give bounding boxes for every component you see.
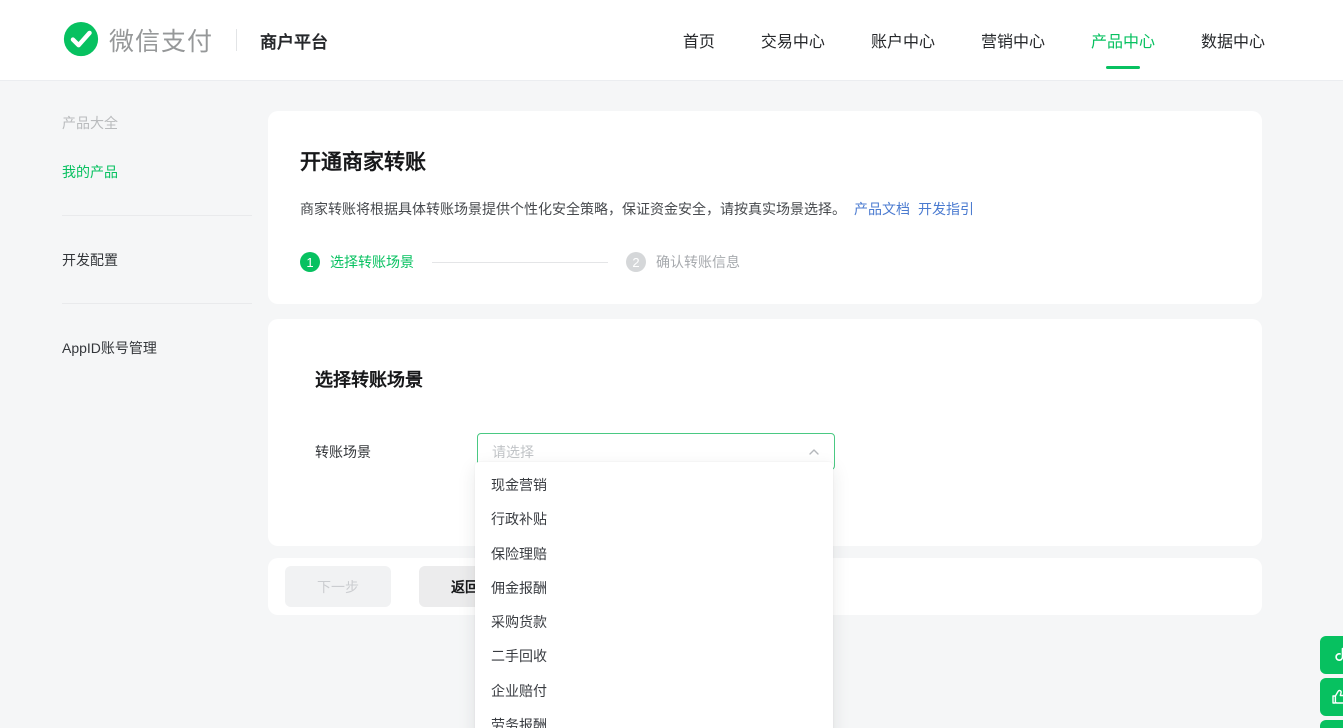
nav-item-data[interactable]: 数据中心 (1201, 22, 1265, 58)
form-heading: 选择转账场景 (315, 366, 1230, 392)
wechat-pay-logo[interactable]: 微信支付 (62, 21, 213, 59)
scenario-select-placeholder: 请选择 (492, 442, 808, 462)
sidebar: 产品大全 我的产品 开发配置 AppID账号管理 (0, 81, 268, 358)
nav-item-transactions[interactable]: 交易中心 (761, 22, 825, 58)
sidebar-item-appid-management[interactable]: AppID账号管理 (62, 338, 252, 358)
nav-item-products[interactable]: 产品中心 (1091, 22, 1155, 58)
sidebar-item-my-products[interactable]: 我的产品 (62, 162, 252, 182)
nav-item-account[interactable]: 账户中心 (871, 22, 935, 58)
feedback-button[interactable] (1320, 678, 1343, 716)
top-header: 微信支付 商户平台 首页 交易中心 账户中心 营销中心 产品中心 数据中心 (0, 0, 1343, 81)
nav-item-home[interactable]: 首页 (683, 22, 715, 58)
stepper-connector (432, 262, 608, 263)
wechat-pay-wordmark: 微信支付 (109, 22, 213, 58)
step-1-label: 选择转账场景 (330, 252, 414, 272)
product-doc-link[interactable]: 产品文档 (854, 201, 910, 217)
dropdown-option-admin-subsidy[interactable]: 行政补贴 (475, 502, 833, 536)
sidebar-item-dev-config[interactable]: 开发配置 (62, 250, 252, 270)
dev-guide-link[interactable]: 开发指引 (918, 201, 974, 217)
step-2-label: 确认转账信息 (656, 252, 740, 272)
scenario-field-label: 转账场景 (315, 442, 477, 462)
dropdown-option-procurement[interactable]: 采购货款 (475, 605, 833, 639)
portal-name: 商户平台 (260, 28, 328, 53)
dropdown-option-commission[interactable]: 佣金报酬 (475, 571, 833, 605)
page-title: 开通商家转账 (300, 146, 1230, 176)
nav-item-marketing[interactable]: 营销中心 (981, 22, 1045, 58)
dropdown-option-cash-marketing[interactable]: 现金营销 (475, 468, 833, 502)
sidebar-section-label: 产品大全 (62, 113, 252, 133)
floating-widget-stack (1320, 636, 1343, 728)
intro-description: 商家转账将根据具体转账场景提供个性化安全策略，保证资金安全，请按真实场景选择。 (300, 201, 846, 217)
sidebar-divider (62, 303, 252, 304)
intro-card: 开通商家转账 商家转账将根据具体转账场景提供个性化安全策略，保证资金安全，请按真… (268, 111, 1262, 304)
sidebar-divider (62, 215, 252, 216)
dropdown-option-secondhand-recycle[interactable]: 二手回收 (475, 639, 833, 673)
top-nav: 首页 交易中心 账户中心 营销中心 产品中心 数据中心 (683, 22, 1265, 58)
dropdown-option-enterprise-compensation[interactable]: 企业赔付 (475, 674, 833, 708)
header-divider (236, 29, 237, 51)
wechat-pay-logo-icon (62, 21, 100, 59)
next-step-button[interactable]: 下一步 (285, 566, 391, 607)
step-1-indicator: 1 (300, 252, 320, 272)
chevron-up-icon (808, 446, 820, 458)
stepper: 1 选择转账场景 2 确认转账信息 (300, 252, 1230, 272)
customer-service-button[interactable] (1320, 636, 1343, 674)
survey-button[interactable] (1320, 720, 1343, 728)
dropdown-option-labor-remuneration[interactable]: 劳务报酬 (475, 708, 833, 728)
service-icon (1329, 645, 1343, 665)
intro-description-row: 商家转账将根据具体转账场景提供个性化安全策略，保证资金安全，请按真实场景选择。产… (300, 199, 1230, 219)
scenario-dropdown: 现金营销 行政补贴 保险理赔 佣金报酬 采购货款 二手回收 企业赔付 劳务报酬 (475, 462, 833, 728)
thumbs-up-icon (1329, 687, 1343, 707)
step-2-indicator: 2 (626, 252, 646, 272)
dropdown-option-insurance-claims[interactable]: 保险理赔 (475, 537, 833, 571)
